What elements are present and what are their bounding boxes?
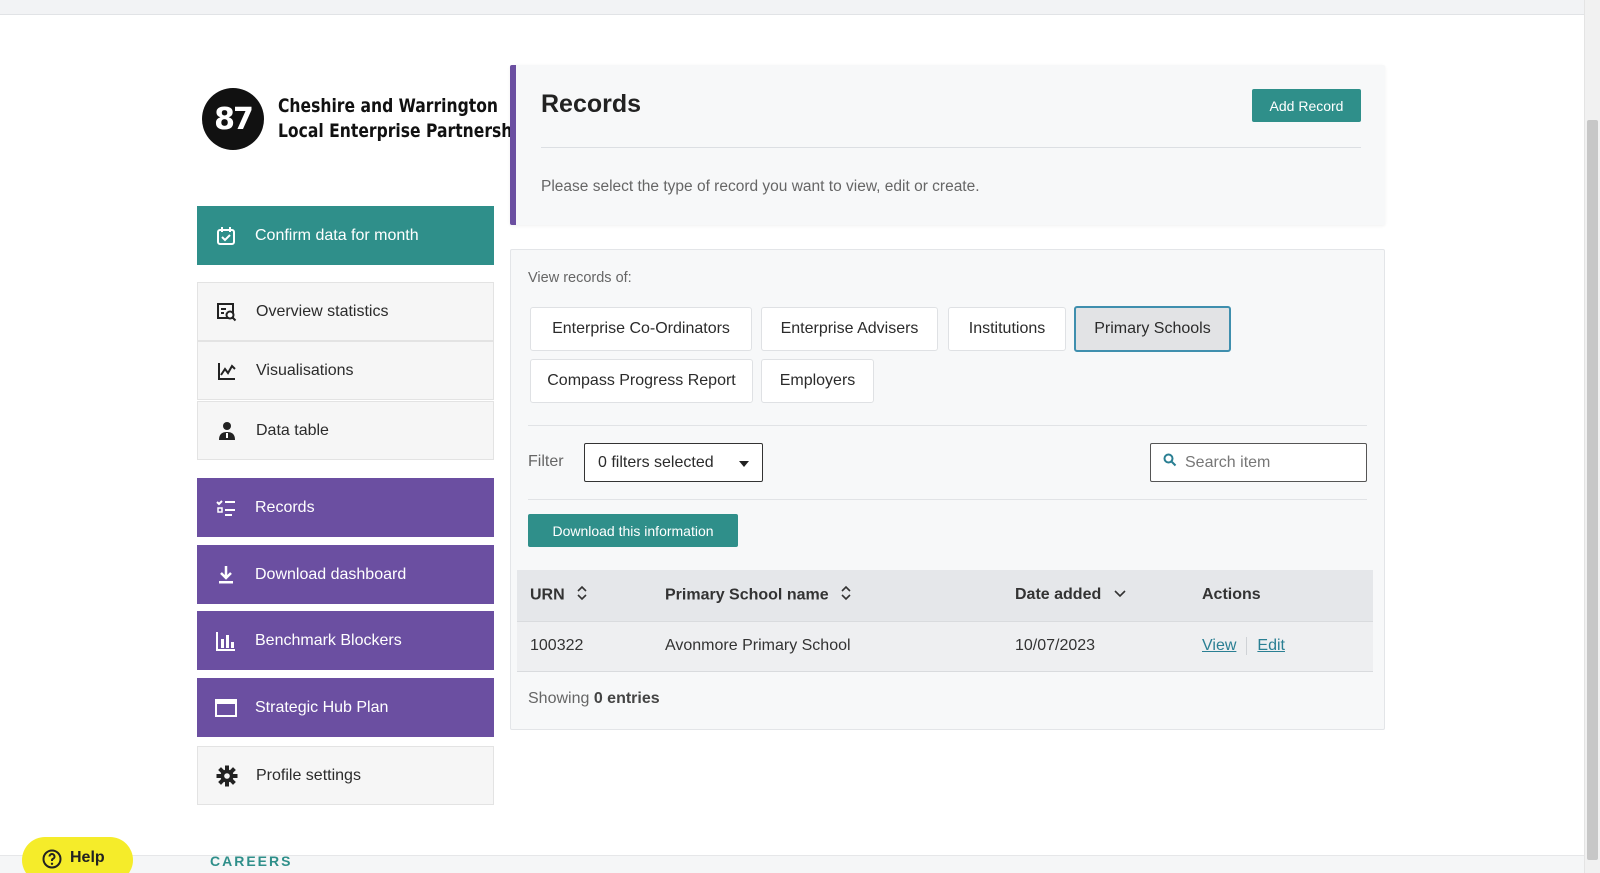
sidebar-item-label: Visualisations [256,361,354,379]
page-title: Records [541,90,642,118]
logo-line-1: Cheshire and Warrington [278,95,499,117]
cell-actions: View Edit [1189,621,1373,672]
records-panel: View records of: Enterprise Co-Ordinator… [510,249,1385,730]
record-type-enterprise-advisers[interactable]: Enterprise Advisers [761,307,938,351]
filter-dropdown[interactable]: 0 filters selected [584,443,763,482]
sidebar-item-strategic-hub-plan[interactable]: Strategic Hub Plan [197,678,494,737]
caret-down-icon [739,461,749,467]
footer-logo: CAREERS [210,853,293,869]
view-records-label: View records of: [528,270,632,286]
sidebar-item-label: Overview statistics [256,302,389,320]
record-type-compass-progress-report[interactable]: Compass Progress Report [530,359,753,403]
scrollbar[interactable] [1584,0,1600,873]
help-label: Help [70,849,105,866]
chevron-down-icon [1114,586,1126,604]
sidebar-item-overview-statistics[interactable]: Overview statistics [197,282,494,341]
showing-prefix: Showing [528,690,590,707]
sidebar-item-label: Records [255,498,315,516]
sidebar-item-label: Download dashboard [255,565,407,583]
records-description: Please select the type of record you wan… [541,178,980,195]
record-type-employers[interactable]: Employers [761,359,874,403]
help-button[interactable]: Help [22,837,133,873]
header-divider [541,147,1361,148]
filter-label: Filter [528,453,564,470]
gear-icon [216,765,238,787]
table-header-row: URN Primary School name Date added Actio… [517,570,1373,622]
action-separator [1246,636,1248,655]
search-icon [1163,453,1177,472]
view-link[interactable]: View [1202,637,1236,654]
add-record-button[interactable]: Add Record [1252,89,1361,122]
download-information-button[interactable]: Download this information [528,514,738,547]
footer: CAREERS [0,853,1584,873]
sidebar-item-data-table[interactable]: Data table [197,401,494,460]
sidebar-item-visualisations[interactable]: Visualisations [197,341,494,400]
column-header-label: URN [530,586,565,604]
sidebar-item-label: Confirm data for month [255,226,419,244]
column-header-actions: Actions [1189,570,1373,622]
scrollbar-thumb[interactable] [1587,120,1598,860]
column-header-school-name[interactable]: Primary School name [652,570,1002,622]
sort-icon [841,585,851,606]
person-icon [216,420,238,442]
bar-chart-icon [215,630,237,652]
sort-icon [577,585,587,606]
sidebar-item-label: Benchmark Blockers [255,631,402,649]
logo-text: Cheshire and Warrington Local Enterprise… [278,94,529,144]
sidebar-item-label: Data table [256,421,329,439]
records-table: URN Primary School name Date added Actio… [517,570,1373,672]
table-row: 100322 Avonmore Primary School 10/07/202… [517,621,1373,672]
window-icon [215,697,237,719]
search-box[interactable] [1150,443,1367,482]
showing-entries: Showing 0 entries [528,690,660,708]
search-report-icon [216,301,238,323]
divider [528,499,1367,500]
cell-school-name: Avonmore Primary School [652,621,1002,672]
record-type-institutions[interactable]: Institutions [948,307,1066,351]
sidebar-item-benchmark-blockers[interactable]: Benchmark Blockers [197,611,494,670]
browser-top-bar [0,0,1584,15]
sidebar-item-label: Strategic Hub Plan [255,698,389,716]
cell-urn: 100322 [517,621,652,672]
logo-badge: 87 [202,88,264,150]
sidebar-item-confirm-data[interactable]: Confirm data for month [197,206,494,265]
sidebar-item-download-dashboard[interactable]: Download dashboard [197,545,494,604]
column-header-label: Date added [1015,586,1102,604]
record-type-primary-schools[interactable]: Primary Schools [1074,306,1231,352]
chart-line-icon [216,360,238,382]
cell-date-added: 10/07/2023 [1002,621,1189,672]
column-header-urn[interactable]: URN [517,570,652,622]
divider [528,425,1367,426]
filter-dropdown-value: 0 filters selected [598,453,714,471]
list-check-icon [215,497,237,519]
sidebar-item-label: Profile settings [256,766,361,784]
entries-count: 0 entries [593,690,660,707]
sidebar-item-records[interactable]: Records [197,478,494,537]
record-type-enterprise-coordinators[interactable]: Enterprise Co-Ordinators [530,307,752,351]
sidebar-item-profile-settings[interactable]: Profile settings [197,746,494,805]
question-circle-icon [42,849,62,873]
calendar-check-icon [215,225,237,247]
search-input[interactable] [1185,453,1355,472]
edit-link[interactable]: Edit [1257,637,1285,654]
records-header-card: Records Add Record [510,65,1385,225]
column-header-label: Primary School name [665,586,829,604]
logo-line-2: Local Enterprise Partnership [278,120,529,142]
column-header-label: Actions [1202,586,1261,604]
download-icon [215,564,237,586]
column-header-date-added[interactable]: Date added [1002,570,1189,622]
